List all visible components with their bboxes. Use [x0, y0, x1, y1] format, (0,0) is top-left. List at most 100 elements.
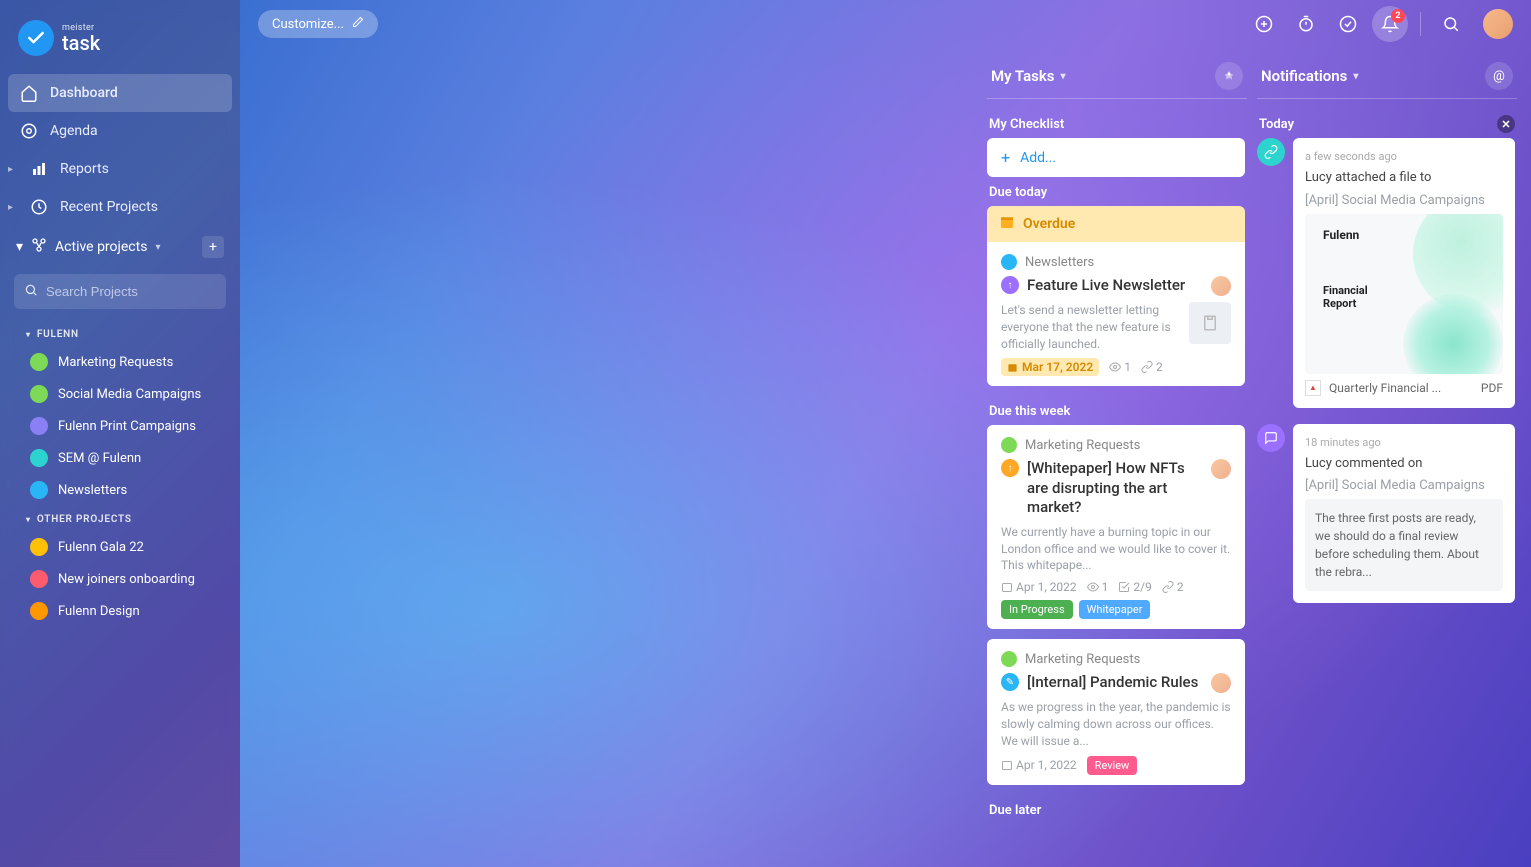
task-description: We currently have a burning topic in our…	[1001, 524, 1231, 574]
project-label: New joiners onboarding	[58, 572, 195, 587]
project-dot-icon	[30, 538, 48, 556]
projects-icon	[31, 237, 47, 257]
date-pill: Mar 17, 2022	[1001, 358, 1099, 376]
add-project-button[interactable]: +	[202, 236, 224, 258]
panel-title[interactable]: My Tasks▾	[991, 67, 1066, 85]
calendar-icon: Apr 1, 2022	[1001, 758, 1077, 772]
sidebar-project[interactable]: Fulenn Gala 22	[8, 531, 232, 563]
calendar-icon: Apr 1, 2022	[1001, 580, 1077, 594]
chevron-down-icon: ▾	[155, 242, 160, 253]
attachments-icon: 2	[1162, 580, 1184, 594]
topbar: Customize... 2	[240, 0, 1531, 48]
task-card[interactable]: Marketing Requests ↑ [Whitepaper] How NF…	[987, 425, 1245, 629]
mentions-button[interactable]: @	[1485, 62, 1513, 90]
nav-dashboard[interactable]: Dashboard	[8, 74, 232, 112]
sidebar-project[interactable]: New joiners onboarding	[8, 563, 232, 595]
sidebar: meister task Dashboard Agenda ▸ Reports …	[0, 0, 240, 867]
project-dot-icon	[30, 449, 48, 467]
sidebar-project[interactable]: Newsletters	[8, 474, 232, 506]
tasks-scroll[interactable]: My Checklist + Add... Due today Overdue …	[987, 109, 1247, 867]
notification-item[interactable]: 18 minutes ago Lucy commented on [April]…	[1257, 424, 1515, 604]
task-meta: Apr 1, 2022 Review	[1001, 756, 1231, 775]
add-label: Add...	[1020, 150, 1056, 166]
add-checklist-item[interactable]: + Add...	[987, 138, 1245, 177]
notif-subject: [April] Social Media Campaigns	[1305, 193, 1503, 208]
overdue-label: Overdue	[1023, 216, 1075, 232]
project-label: Fulenn Gala 22	[58, 540, 144, 555]
search-icon	[24, 282, 38, 301]
task-title: [Whitepaper] How NFTs are disrupting the…	[1027, 459, 1203, 518]
project-dot-icon	[30, 481, 48, 499]
project-label: Newsletters	[58, 483, 127, 498]
calendar-warn-icon	[999, 214, 1015, 234]
check-button[interactable]	[1330, 6, 1366, 42]
logo-task: task	[62, 33, 100, 53]
task-card[interactable]: Newsletters ↑ Feature Live Newsletter Le…	[987, 242, 1245, 386]
nav-agenda[interactable]: Agenda	[8, 112, 232, 150]
group-other[interactable]: OTHER PROJECTS	[8, 506, 232, 531]
project-dot-icon	[1001, 651, 1017, 667]
tag: Whitepaper	[1079, 600, 1151, 619]
search-button[interactable]	[1433, 6, 1469, 42]
my-tasks-panel: My Tasks▾ My Checklist + Add... Due toda…	[987, 52, 1247, 867]
notif-card: a few seconds ago Lucy attached a file t…	[1293, 138, 1515, 408]
nav-label: Agenda	[50, 123, 98, 139]
notif-subject: [April] Social Media Campaigns	[1305, 478, 1503, 493]
nav-recent-projects[interactable]: Recent Projects	[18, 188, 232, 226]
main: Customize... 2	[240, 0, 1531, 867]
task-tags: In Progress Whitepaper	[1001, 600, 1231, 619]
tag: Review	[1087, 756, 1138, 775]
task-meta: Mar 17, 2022 1 2	[1001, 358, 1231, 376]
clock-icon	[30, 198, 48, 216]
user-avatar[interactable]	[1483, 9, 1513, 39]
notif-title: Lucy attached a file to	[1305, 169, 1503, 187]
sidebar-project[interactable]: Fulenn Print Campaigns	[8, 410, 232, 442]
sidebar-project[interactable]: SEM @ Fulenn	[8, 442, 232, 474]
search-input[interactable]	[46, 284, 216, 299]
watchers-icon: 1	[1109, 360, 1131, 374]
project-label: Fulenn Print Campaigns	[58, 419, 196, 434]
panels: My Tasks▾ My Checklist + Add... Due toda…	[987, 52, 1517, 867]
sidebar-project[interactable]: Social Media Campaigns	[8, 378, 232, 410]
project-label: SEM @ Fulenn	[58, 451, 141, 466]
notifications-button[interactable]: 2	[1372, 6, 1408, 42]
section-today: Today ✕	[1257, 109, 1515, 138]
customize-button[interactable]: Customize...	[258, 10, 378, 38]
tag: In Progress	[1001, 600, 1073, 619]
notif-scroll[interactable]: Today ✕ a few seconds ago Lucy attached …	[1257, 109, 1517, 867]
task-description: Let's send a newsletter letting everyone…	[1001, 302, 1179, 352]
section-due-week: Due this week	[987, 396, 1245, 425]
notification-badge: 2	[1391, 9, 1405, 23]
logo-text: meister task	[62, 24, 100, 53]
notification-item[interactable]: a few seconds ago Lucy attached a file t…	[1257, 138, 1515, 408]
search-projects[interactable]	[14, 274, 226, 309]
project-dot-icon	[1001, 437, 1017, 453]
group-fulenn[interactable]: FULENN	[8, 321, 232, 346]
task-card[interactable]: Marketing Requests ✎ [Internal] Pandemic…	[987, 639, 1245, 784]
plus-icon: +	[1001, 148, 1010, 167]
customize-label: Customize...	[272, 17, 344, 32]
sidebar-project[interactable]: Fulenn Design	[8, 595, 232, 627]
project-label: Social Media Campaigns	[58, 387, 201, 402]
project-dot-icon	[30, 417, 48, 435]
dismiss-button[interactable]: ✕	[1497, 115, 1515, 133]
pin-button[interactable]	[1215, 62, 1243, 90]
project-dot-icon	[30, 570, 48, 588]
timer-button[interactable]	[1288, 6, 1324, 42]
task-title: [Internal] Pandemic Rules	[1027, 673, 1203, 693]
add-button[interactable]	[1246, 6, 1282, 42]
active-projects-section[interactable]: ▾ Active projects ▾ +	[8, 226, 232, 268]
section-checklist: My Checklist	[987, 109, 1245, 138]
attachments-icon: 2	[1141, 360, 1163, 374]
logo[interactable]: meister task	[8, 14, 232, 74]
chevron-down-icon: ▾	[1353, 71, 1358, 82]
nav-reports[interactable]: Reports	[18, 150, 232, 188]
file-preview: Fulenn Financial Report	[1305, 214, 1503, 374]
stage-icon: ✎	[1001, 673, 1019, 691]
panel-head-notif: Notifications▾ @	[1257, 52, 1517, 98]
file-type: PDF	[1481, 381, 1503, 395]
sidebar-project[interactable]: Marketing Requests	[8, 346, 232, 378]
divider	[1420, 12, 1421, 36]
panel-title[interactable]: Notifications▾	[1261, 67, 1358, 85]
logo-meister: meister	[62, 24, 100, 33]
